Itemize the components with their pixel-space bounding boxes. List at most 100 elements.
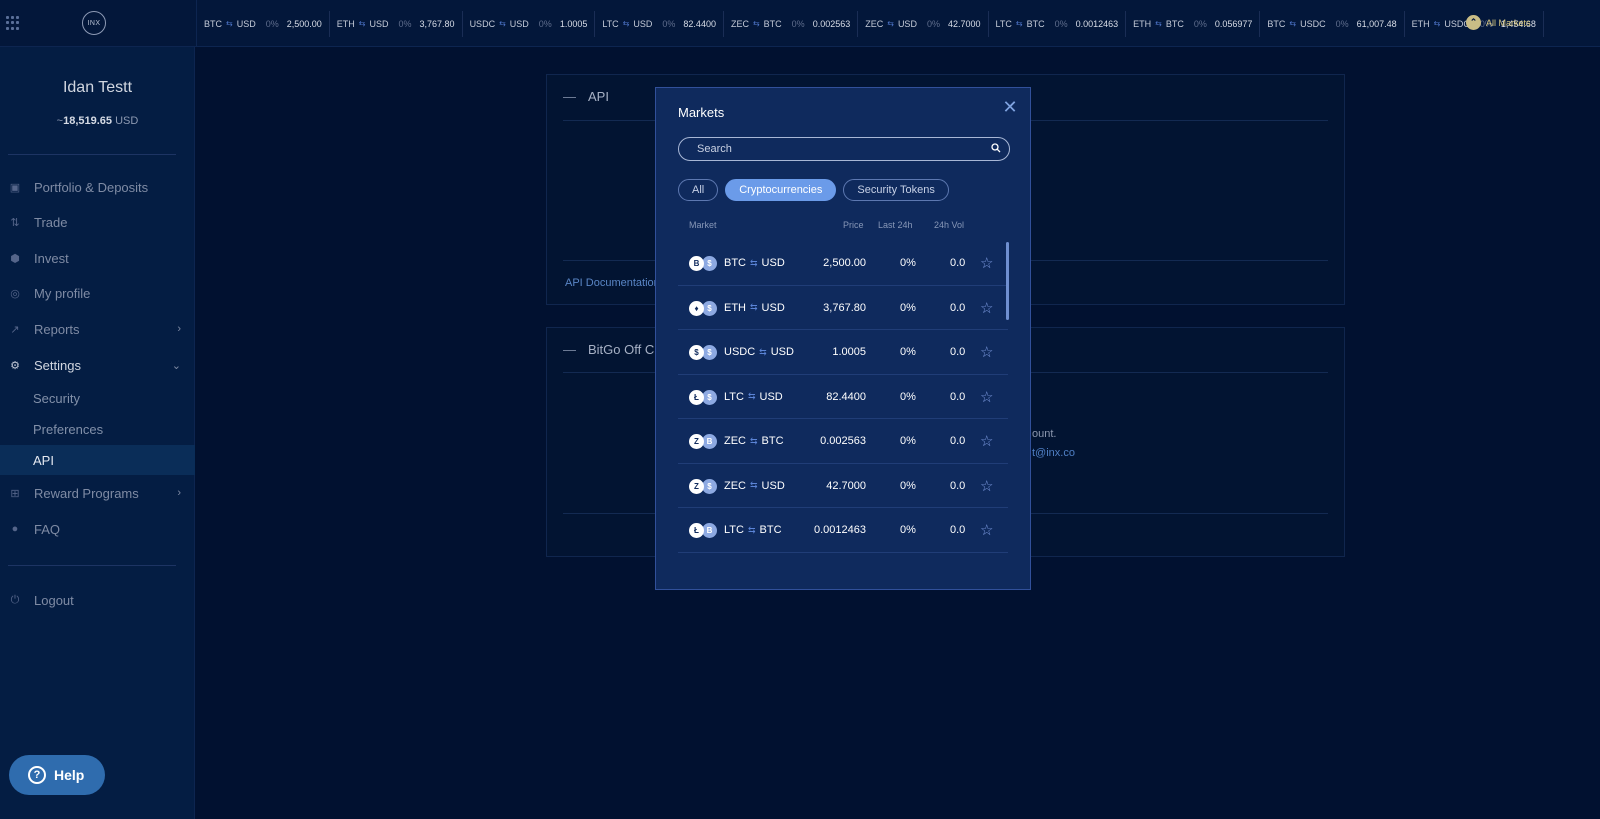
market-price: 42.7000	[826, 479, 866, 492]
market-base: USDC	[724, 346, 756, 358]
ticker-item[interactable]: BTC ⇆ USD 0% 2,500.00	[197, 10, 330, 37]
favorite-star-icon[interactable]: ☆	[980, 254, 993, 272]
market-pair: LTC ⇆ USD	[724, 391, 783, 403]
api-panel-title[interactable]: — API	[563, 89, 609, 104]
markets-list: B $ BTC ⇆ USD 2,500.00 0% 0.0 ☆ ♦ $ ETH ⇆ USD 3,767.80…	[678, 241, 1008, 572]
column-price[interactable]: Price	[843, 220, 864, 230]
ticker-change: 0%	[1054, 18, 1068, 29]
market-quote: BTC	[759, 524, 782, 536]
market-price: 0.0012463	[814, 524, 866, 536]
column-last-24h[interactable]: Last 24h	[878, 220, 913, 230]
inx-logo[interactable]: INX	[82, 11, 106, 35]
apps-grid-icon[interactable]	[6, 16, 20, 30]
favorite-star-icon[interactable]: ☆	[980, 432, 993, 450]
swap-icon: ⇆	[226, 19, 233, 28]
market-volume: 0.0	[950, 390, 966, 403]
ticker-price: 61,007.48	[1356, 18, 1397, 29]
ticker-item[interactable]: BTC ⇆ USDC 0% 61,007.48	[1260, 10, 1405, 37]
sidebar-subitem-api[interactable]: API	[0, 445, 195, 475]
filter-cryptocurrencies[interactable]: Cryptocurrencies	[725, 179, 837, 201]
market-price-cell: 0.0012463	[808, 508, 866, 552]
sidebar-item-reward-programs[interactable]: ⊞ Reward Programs ›	[0, 478, 195, 508]
ticker-price: 0.0012463	[1075, 18, 1119, 29]
quote-coin-icon: B	[702, 523, 717, 538]
base-coin-icon: $	[689, 345, 704, 360]
column-24h-vol[interactable]: 24h Vol	[934, 220, 964, 230]
market-row[interactable]: B $ BTC ⇆ USD 2,500.00 0% 0.0 ☆	[678, 241, 1008, 286]
ticker-change: 0%	[926, 18, 940, 29]
ticker-item[interactable]: USDC ⇆ USD 0% 1.0005	[463, 10, 596, 37]
trade-arrows-icon: ⇅	[10, 216, 20, 229]
ticker-item[interactable]: LTC ⇆ USD 0% 82.4400	[595, 10, 724, 37]
bitgo-panel-title[interactable]: — BitGo Off Ch	[563, 342, 661, 357]
favorite-star-icon[interactable]: ☆	[980, 477, 993, 495]
market-price: 3,767.80	[823, 301, 866, 314]
ticker-item[interactable]: ETH ⇆ USD 0% 3,767.80	[330, 10, 463, 37]
market-row[interactable]: Ł B LTC ⇆ BTC 0.0012463 0% 0.0 ☆	[678, 508, 1008, 553]
quote-coin-icon: $	[702, 389, 717, 405]
sidebar-item-portfolio[interactable]: ▣ Portfolio & Deposits	[0, 172, 195, 202]
divider	[8, 154, 176, 155]
market-row[interactable]: Ł $ LTC ⇆ USD 82.4400 0% 0.0 ☆	[678, 375, 1008, 419]
ticker-item[interactable]: ZEC ⇆ BTC 0% 0.002563	[724, 10, 859, 37]
ticker-base: LTC	[995, 18, 1012, 29]
sidebar-item-invest[interactable]: ⬢ Invest	[0, 243, 195, 273]
market-price-cell: 0.002563	[808, 419, 866, 463]
sidebar-item-settings[interactable]: ⚙ Settings ⌄	[0, 350, 195, 380]
market-quote: USD	[761, 257, 785, 269]
wallet-icon: ▣	[9, 181, 21, 194]
ticker-price: 0.056977	[1214, 18, 1253, 29]
ticker-quote: USD	[897, 18, 917, 29]
swap-icon: ⇆	[1289, 19, 1297, 28]
market-row[interactable]: $ $ USDC ⇆ USD 1.0005 0% 0.0 ☆	[678, 330, 1008, 375]
logout-button[interactable]: ⏻ Logout	[0, 585, 195, 615]
api-documentation-link[interactable]: API Documentation	[565, 277, 660, 289]
ticker-base: ETH	[1411, 18, 1430, 29]
swap-icon: ⇆	[887, 19, 894, 28]
fingerprint-icon: ◎	[10, 287, 20, 300]
column-market[interactable]: Market	[689, 220, 717, 230]
market-row[interactable]: Z B ZEC ⇆ BTC 0.002563 0% 0.0 ☆	[678, 419, 1008, 464]
market-row[interactable]: ♦ $ ETH ⇆ USD 3,767.80 0% 0.0 ☆	[678, 286, 1008, 330]
scrollbar[interactable]	[1006, 242, 1009, 320]
search-input[interactable]: Search	[678, 137, 1010, 161]
favorite-star-icon[interactable]: ☆	[980, 521, 993, 539]
favorite-star-icon[interactable]: ☆	[980, 299, 993, 317]
market-price: 2,500.00	[823, 257, 866, 269]
base-coin-icon: B	[689, 256, 704, 271]
market-pair: ZEC ⇆ USD	[724, 480, 785, 492]
filter-security-tokens[interactable]: Security Tokens	[843, 179, 949, 201]
ticker-item[interactable]: ETH ⇆ BTC 0% 0.056977	[1126, 10, 1261, 37]
ticker-quote: BTC	[763, 18, 782, 29]
bitgo-description: ount.	[1032, 428, 1057, 440]
ticker-price: 42.7000	[947, 18, 981, 29]
chevron-right-icon: ›	[177, 487, 181, 499]
chevron-down-icon: ⌄	[171, 359, 181, 372]
filter-all[interactable]: All	[678, 179, 719, 201]
market-quote: USD	[761, 301, 785, 314]
divider	[8, 565, 176, 566]
help-button[interactable]: ? Help	[9, 755, 105, 795]
ticker-quote: BTC	[1165, 18, 1184, 29]
all-markets-button[interactable]: ⌃ All Markets	[1466, 15, 1531, 30]
swap-icon: ⇆	[750, 480, 758, 490]
filter-tabs: All Cryptocurrencies Security Tokens	[678, 179, 949, 201]
ticker-item[interactable]: LTC ⇆ BTC 0% 0.0012463	[989, 10, 1127, 37]
market-volume: 0.0	[950, 524, 966, 536]
favorite-star-icon[interactable]: ☆	[980, 388, 993, 406]
base-coin-icon: Z	[689, 434, 704, 449]
close-icon[interactable]: ✕	[1002, 98, 1018, 116]
sidebar-subitem-security[interactable]: Security	[0, 383, 195, 413]
support-email-link[interactable]: t@inx.co	[1032, 447, 1075, 459]
favorite-star-icon[interactable]: ☆	[980, 343, 993, 361]
sidebar: Idan Testt ~18,519.65 USD ▣ Portfolio & …	[0, 47, 195, 819]
ticker-base: ETH	[336, 18, 355, 29]
market-row[interactable]: Z $ ZEC ⇆ USD 42.7000 0% 0.0 ☆	[678, 464, 1008, 508]
quote-coin-icon: B	[702, 434, 717, 449]
sidebar-item-my-profile[interactable]: ◎ My profile	[0, 278, 195, 308]
sidebar-item-trade[interactable]: ⇅ Trade	[0, 207, 195, 237]
sidebar-item-reports[interactable]: ↗ Reports ›	[0, 314, 195, 344]
sidebar-item-faq[interactable]: ● FAQ	[0, 514, 195, 544]
ticker-item[interactable]: ZEC ⇆ USD 0% 42.7000	[858, 10, 989, 37]
sidebar-subitem-preferences[interactable]: Preferences	[0, 414, 195, 444]
